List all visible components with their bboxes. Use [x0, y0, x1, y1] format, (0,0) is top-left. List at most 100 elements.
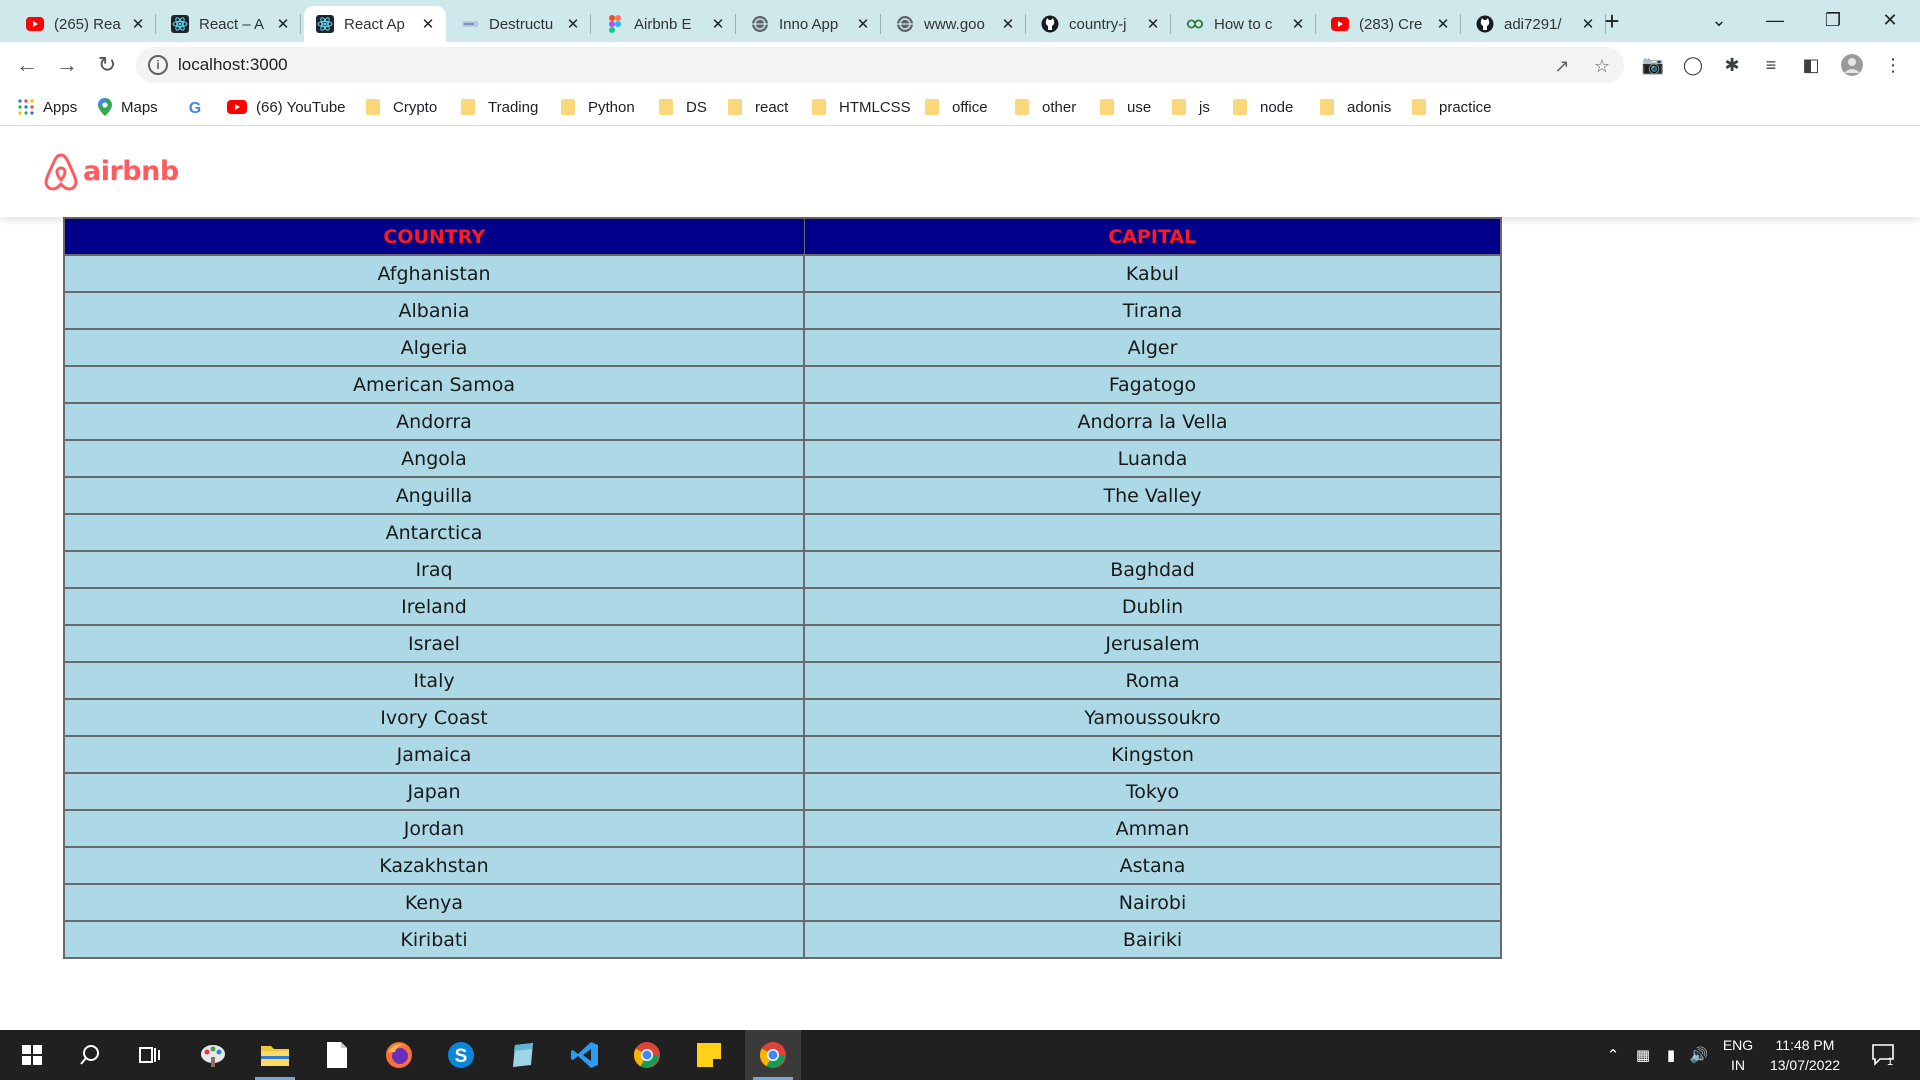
bookmark-python[interactable]: Python — [561, 96, 635, 118]
tab-close-icon[interactable]: ✕ — [1290, 15, 1306, 33]
country-cell: Andorra — [63, 402, 805, 441]
tab[interactable]: country-j ✕ — [1029, 6, 1171, 42]
camera-extension-icon[interactable]: 📷 — [1641, 53, 1665, 77]
notepad-button[interactable] — [309, 1030, 365, 1080]
paint-app-button[interactable] — [185, 1030, 241, 1080]
bookmark-66-youtube[interactable]: (66) YouTube — [227, 96, 346, 118]
tab-close-icon[interactable]: ✕ — [420, 15, 436, 33]
chrome-active-button[interactable] — [745, 1030, 801, 1080]
chrome-button[interactable] — [619, 1030, 675, 1080]
tab[interactable]: Inno App ✕ — [739, 6, 881, 42]
device-icon[interactable]: ▦ — [1630, 1030, 1656, 1080]
bookmark-react[interactable]: react — [728, 96, 788, 118]
note-app-button[interactable] — [495, 1030, 551, 1080]
skype-icon: S — [448, 1042, 474, 1068]
tab[interactable]: www.goo ✕ — [884, 6, 1026, 42]
tab[interactable]: (265) Rea ✕ — [14, 6, 156, 42]
table-row: Antarctica — [63, 513, 1502, 552]
vscode-button[interactable] — [557, 1030, 613, 1080]
share-icon[interactable]: ↗ — [1551, 55, 1573, 77]
capital-cell: Tokyo — [803, 772, 1502, 811]
tab-active[interactable]: React Ap ✕ — [304, 6, 446, 42]
table-row: Kazakhstan Astana — [63, 846, 1502, 885]
firefox-button[interactable] — [371, 1030, 427, 1080]
bookmark-htmlcss[interactable]: HTMLCSS — [812, 96, 911, 118]
volume-icon[interactable]: 🔊 — [1686, 1030, 1712, 1080]
input-language[interactable]: ENG IN — [1718, 1035, 1758, 1075]
profile-avatar[interactable] — [1840, 53, 1864, 77]
bookmark-node[interactable]: node — [1233, 96, 1293, 118]
bookmark-label: use — [1127, 98, 1152, 116]
palette-icon — [201, 1045, 225, 1067]
bookmark-adonis[interactable]: adonis — [1320, 96, 1391, 118]
bookmark-other[interactable]: other — [1015, 96, 1076, 118]
puzzle-extensions-icon[interactable]: ✱ — [1720, 53, 1744, 77]
bookmark-star-icon[interactable]: ☆ — [1591, 55, 1613, 77]
tab-close-icon[interactable]: ✕ — [855, 15, 871, 33]
tab[interactable]: Destructu ✕ — [449, 6, 591, 42]
bookmark-google[interactable]: G — [187, 96, 212, 118]
new-tab-button[interactable]: + — [1597, 6, 1627, 36]
bookmark-js[interactable]: js — [1172, 96, 1210, 118]
sticky-notes-button[interactable] — [681, 1030, 737, 1080]
battery-icon[interactable]: ▮ — [1658, 1030, 1684, 1080]
tab-close-icon[interactable]: ✕ — [1580, 15, 1596, 33]
tab-close-icon[interactable]: ✕ — [710, 15, 726, 33]
bookmark-use[interactable]: use — [1100, 96, 1151, 118]
media-queue-icon[interactable]: ≡ — [1759, 53, 1783, 77]
show-hidden-icons-chevron-icon[interactable]: ⌃ — [1600, 1030, 1626, 1080]
country-cell: Jordan — [63, 809, 805, 848]
search-button[interactable] — [62, 1030, 118, 1080]
tab-separator — [1460, 14, 1461, 34]
tab-close-icon[interactable]: ✕ — [275, 15, 291, 33]
address-bar[interactable]: i localhost:3000 ↗ ☆ — [136, 47, 1624, 83]
notifications-button[interactable]: 1 — [1864, 1030, 1900, 1080]
bookmark-apps[interactable]: Apps — [18, 96, 77, 118]
file-explorer-button[interactable] — [247, 1030, 303, 1080]
chrome-menu-icon[interactable]: ⋮ — [1881, 53, 1905, 77]
country-cell: American Samoa — [63, 365, 805, 404]
tab-search-chevron-icon[interactable]: ⌄ — [1699, 4, 1739, 36]
tab-close-icon[interactable]: ✕ — [1000, 15, 1016, 33]
folder-icon — [561, 99, 575, 115]
folder-icon — [461, 99, 475, 115]
task-view-button[interactable] — [122, 1030, 178, 1080]
table-row: Anguilla The Valley — [63, 476, 1502, 515]
tab[interactable]: (283) Cre ✕ — [1319, 6, 1461, 42]
system-clock[interactable]: 11:48 PM 13/07/2022 — [1760, 1035, 1850, 1075]
start-button[interactable] — [4, 1030, 60, 1080]
tab-close-icon[interactable]: ✕ — [1435, 15, 1451, 33]
restore-button[interactable]: ❐ — [1813, 4, 1853, 36]
airbnb-logo-icon — [44, 153, 78, 191]
site-info-icon[interactable]: i — [148, 55, 168, 75]
table-row: Angola Luanda — [63, 439, 1502, 478]
back-button[interactable]: ← — [12, 50, 42, 80]
forward-button[interactable]: → — [52, 50, 82, 80]
capital-cell: Dublin — [803, 587, 1502, 626]
airbnb-logo[interactable]: airbnb — [43, 151, 179, 191]
tab-close-icon[interactable]: ✕ — [1145, 15, 1161, 33]
tab[interactable]: Airbnb E ✕ — [594, 6, 736, 42]
tab-close-icon[interactable]: ✕ — [130, 15, 146, 33]
capital-cell: Roma — [803, 661, 1502, 700]
capital-cell: Nairobi — [803, 883, 1502, 922]
tab[interactable]: React – A ✕ — [159, 6, 301, 42]
tab-title: How to c — [1214, 15, 1273, 33]
bookmark-crypto[interactable]: Crypto — [366, 96, 437, 118]
address-url[interactable]: localhost:3000 — [178, 55, 288, 75]
tab[interactable]: adi7291/ ✕ — [1464, 6, 1606, 42]
bookmark-trading[interactable]: Trading — [461, 96, 538, 118]
close-window-button[interactable]: ✕ — [1870, 4, 1910, 36]
bookmark-maps[interactable]: Maps — [98, 96, 158, 118]
minimize-button[interactable]: — — [1755, 4, 1795, 36]
skype-button[interactable]: S — [433, 1030, 489, 1080]
tab-close-icon[interactable]: ✕ — [565, 15, 581, 33]
tab[interactable]: How to c ✕ — [1174, 6, 1316, 42]
reload-button[interactable]: ↻ — [92, 50, 122, 80]
extension-circle-icon[interactable]: ◯ — [1681, 53, 1705, 77]
bookmark-office[interactable]: office — [925, 96, 988, 118]
side-panel-icon[interactable]: ◧ — [1799, 53, 1823, 77]
bookmark-practice[interactable]: practice — [1412, 96, 1492, 118]
bookmark-ds[interactable]: DS — [659, 96, 707, 118]
react-icon — [316, 15, 334, 33]
